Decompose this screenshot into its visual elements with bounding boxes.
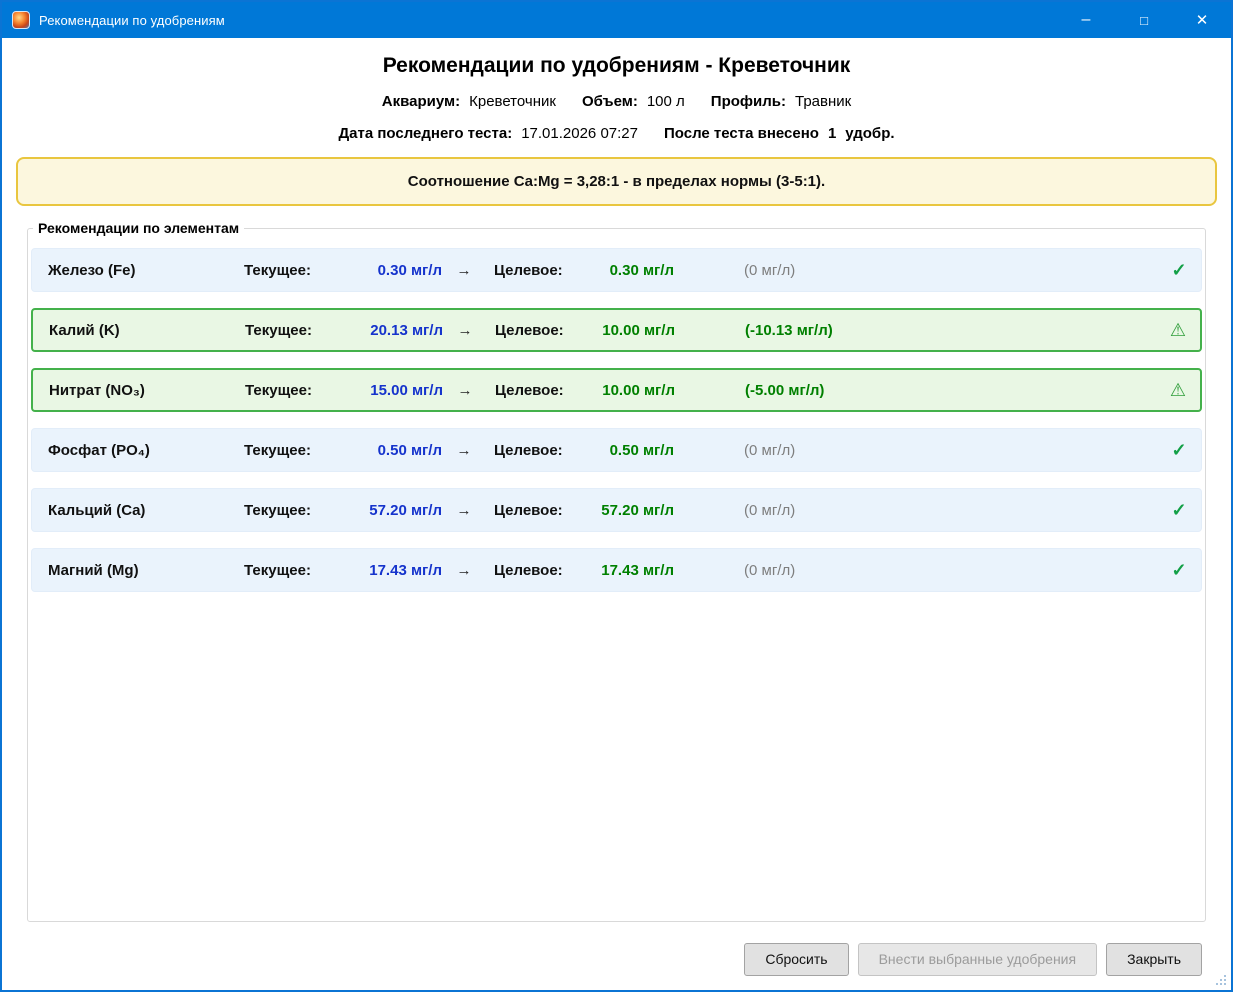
target-label: Целевое: [486,502,584,519]
element-name: Кальций (Ca) [32,502,244,519]
footer-button-bar: Сбросить Внести выбранные удобрения Закр… [2,928,1231,990]
app-icon [12,11,30,29]
check-icon: ✓ [1157,261,1201,279]
target-label: Целевое: [486,442,584,459]
close-icon[interactable]: ✕ [1173,2,1231,38]
element-row[interactable]: Нитрат (NO₃) Текущее: 15.00 мг/л → Целев… [31,368,1202,412]
element-name: Нитрат (NO₃) [33,382,245,399]
profile-value: Травник [795,93,851,110]
window-title: Рекомендации по удобрениям [39,13,225,28]
resize-grip[interactable] [1214,973,1228,987]
aquarium-info-line: Аквариум: Креветочник Объем: 100 л Профи… [2,93,1231,110]
delta-value: (0 мг/л) [744,562,964,579]
volume-label: Объем: [582,93,638,110]
check-icon: ✓ [1157,441,1201,459]
element-name: Железо (Fe) [32,262,244,279]
target-label: Целевое: [486,262,584,279]
check-icon: ✓ [1157,501,1201,519]
delta-value: (0 мг/л) [744,262,964,279]
test-date-label: Дата последнего теста: [338,125,512,142]
ca-mg-ratio-text: Соотношение Ca:Mg = 3,28:1 - в пределах … [408,173,825,190]
current-value: 0.50 мг/л [332,442,442,459]
element-row[interactable]: Калий (K) Текущее: 20.13 мг/л → Целевое:… [31,308,1202,352]
delta-value: (0 мг/л) [744,502,964,519]
target-value: 0.30 мг/л [584,262,674,279]
target-label: Целевое: [487,322,585,339]
volume-value: 100 л [647,93,685,110]
arrow-icon: → [442,442,486,459]
after-test-label: После теста внесено [664,125,819,142]
current-label: Текущее: [244,502,332,519]
delta-value: (-10.13 мг/л) [745,322,965,339]
window-controls: – □ ✕ [1057,2,1231,38]
current-value: 57.20 мг/л [332,502,442,519]
element-rows: Железо (Fe) Текущее: 0.30 мг/л → Целевое… [31,248,1202,592]
current-label: Текущее: [245,322,333,339]
maximize-button[interactable]: □ [1115,2,1173,38]
profile-label: Профиль: [711,93,786,110]
target-value: 10.00 мг/л [585,322,675,339]
titlebar[interactable]: Рекомендации по удобрениям – □ ✕ [2,2,1231,38]
current-label: Текущее: [244,262,332,279]
close-dialog-button[interactable]: Закрыть [1106,943,1202,976]
arrow-icon: → [442,262,486,279]
element-name: Фосфат (PO₄) [32,442,244,459]
delta-value: (0 мг/л) [744,442,964,459]
target-value: 0.50 мг/л [584,442,674,459]
target-label: Целевое: [487,382,585,399]
recommendations-groupbox: Рекомендации по элементам Железо (Fe) Те… [27,220,1206,922]
volume-pair: Объем: 100 л [582,93,685,110]
current-value: 0.30 мг/л [332,262,442,279]
delta-value: (-5.00 мг/л) [745,382,965,399]
current-value: 15.00 мг/л [333,382,443,399]
warning-icon: ⚠ [1156,381,1200,399]
resize-grip-dots [1214,973,1228,987]
apply-fertilizers-button[interactable]: Внести выбранные удобрения [858,943,1097,976]
dialog-content: Рекомендации по удобрениям - Креветочник… [2,38,1231,990]
element-name: Калий (K) [33,322,245,339]
reset-button[interactable]: Сбросить [744,943,848,976]
test-date-pair: Дата последнего теста: 17.01.2026 07:27 [338,125,638,142]
minimize-button[interactable]: – [1057,2,1115,38]
element-row[interactable]: Железо (Fe) Текущее: 0.30 мг/л → Целевое… [31,248,1202,292]
current-value: 20.13 мг/л [333,322,443,339]
element-row[interactable]: Фосфат (PO₄) Текущее: 0.50 мг/л → Целево… [31,428,1202,472]
arrow-icon: → [442,562,486,579]
aquarium-pair: Аквариум: Креветочник [382,93,556,110]
aquarium-value: Креветочник [469,93,556,110]
test-date-value: 17.01.2026 07:27 [521,125,638,142]
current-label: Текущее: [245,382,333,399]
target-value: 17.43 мг/л [584,562,674,579]
page-title: Рекомендации по удобрениям - Креветочник [2,54,1231,78]
arrow-icon: → [443,382,487,399]
aquarium-label: Аквариум: [382,93,460,110]
after-test-suffix: удобр. [845,125,894,142]
target-label: Целевое: [486,562,584,579]
after-test-count: 1 [828,125,836,142]
fertilizer-recommendations-window: Рекомендации по удобрениям – □ ✕ Рекомен… [0,0,1233,992]
element-name: Магний (Mg) [32,562,244,579]
element-row[interactable]: Магний (Mg) Текущее: 17.43 мг/л → Целево… [31,548,1202,592]
ca-mg-ratio-alert: Соотношение Ca:Mg = 3,28:1 - в пределах … [16,157,1217,206]
profile-pair: Профиль: Травник [711,93,851,110]
warning-icon: ⚠ [1156,321,1200,339]
current-value: 17.43 мг/л [332,562,442,579]
arrow-icon: → [442,502,486,519]
target-value: 57.20 мг/л [584,502,674,519]
groupbox-title: Рекомендации по элементам [33,220,244,236]
current-label: Текущее: [244,442,332,459]
check-icon: ✓ [1157,561,1201,579]
after-test-pair: После теста внесено 1 удобр. [664,125,895,142]
element-row[interactable]: Кальций (Ca) Текущее: 57.20 мг/л → Целев… [31,488,1202,532]
test-info-line: Дата последнего теста: 17.01.2026 07:27 … [2,125,1231,142]
current-label: Текущее: [244,562,332,579]
target-value: 10.00 мг/л [585,382,675,399]
arrow-icon: → [443,322,487,339]
